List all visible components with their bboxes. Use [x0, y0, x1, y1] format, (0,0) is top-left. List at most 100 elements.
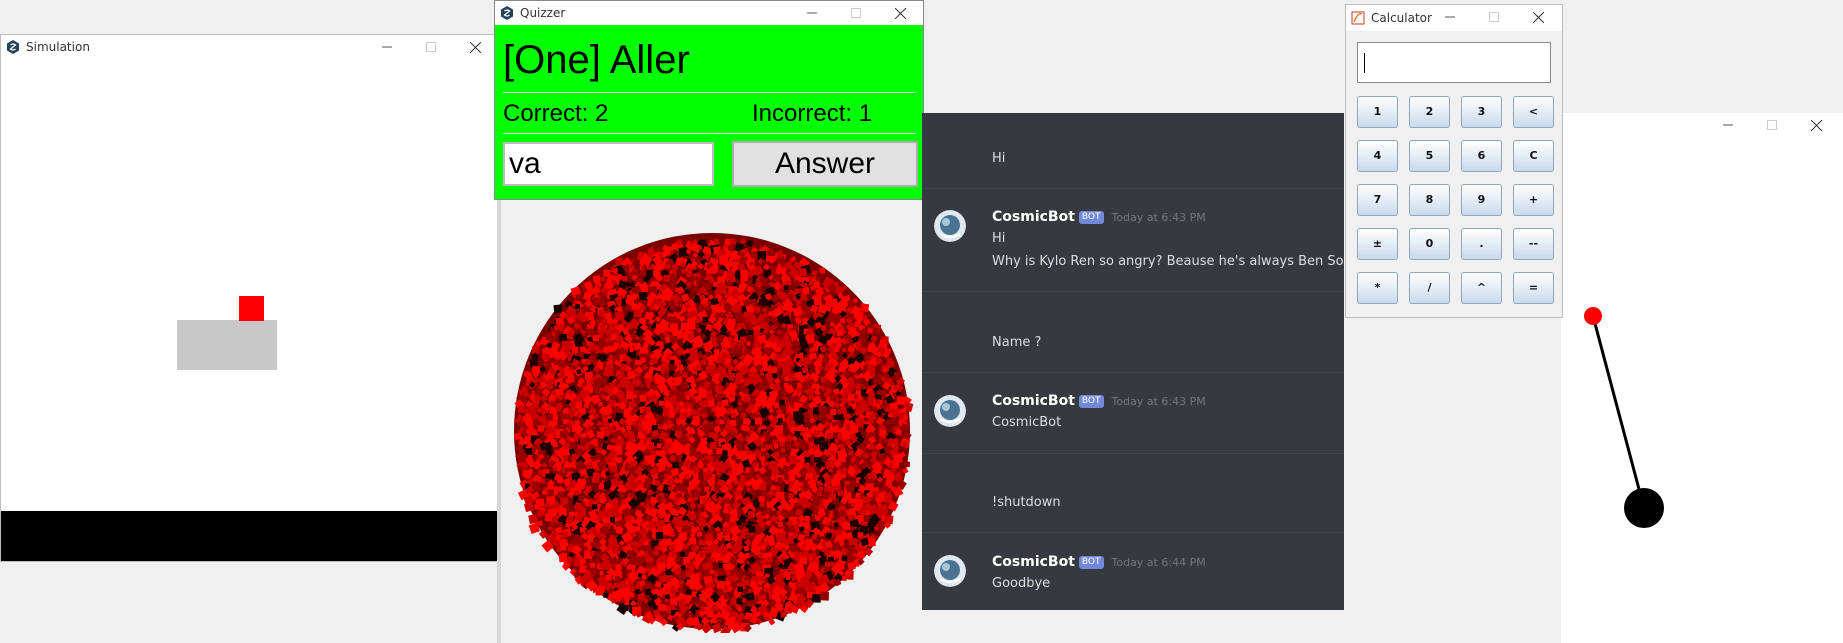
particle — [557, 522, 563, 528]
particle — [704, 486, 710, 492]
maximize-button[interactable] — [409, 37, 453, 57]
particle — [786, 280, 791, 286]
particle — [558, 477, 564, 483]
calc-button-9[interactable]: 9 — [1461, 184, 1502, 216]
particle — [702, 316, 709, 323]
minimize-button[interactable] — [1706, 115, 1750, 135]
calculator-window: Calculator 1 2 3 < 4 5 6 C 7 8 9 + ± 0 .… — [1345, 4, 1563, 318]
particle — [624, 465, 631, 472]
calc-button-4[interactable]: 4 — [1357, 140, 1398, 172]
calc-button-minus[interactable]: -- — [1513, 228, 1554, 260]
pendulum-rod — [1591, 315, 1646, 509]
bot-message-header: CosmicBot BOT Today at 6:43 PM — [992, 209, 1206, 225]
answer-input[interactable]: va — [503, 142, 714, 186]
particle — [841, 347, 847, 353]
particle — [821, 376, 828, 383]
particle — [860, 303, 870, 313]
maximize-button[interactable] — [1472, 7, 1516, 27]
calculator-display[interactable] — [1357, 42, 1551, 83]
particle — [722, 526, 729, 534]
calc-button-0[interactable]: 0 — [1409, 228, 1450, 260]
minimize-button[interactable] — [365, 37, 409, 57]
particle — [573, 490, 579, 496]
particle — [612, 279, 617, 285]
minimize-button[interactable] — [790, 3, 834, 23]
calc-button-multiply[interactable]: * — [1357, 272, 1398, 304]
calc-button-clear[interactable]: C — [1513, 140, 1554, 172]
particle — [738, 406, 744, 412]
calc-button-3[interactable]: 3 — [1461, 96, 1502, 128]
particle — [641, 429, 649, 436]
particle — [786, 575, 791, 580]
simulation-titlebar: Simulation — [1, 35, 500, 59]
particle — [657, 424, 663, 430]
particle — [645, 478, 652, 484]
close-button[interactable] — [1794, 115, 1838, 135]
answer-button[interactable]: Answer — [732, 141, 918, 187]
calc-button-7[interactable]: 7 — [1357, 184, 1398, 216]
calc-button-divide[interactable]: / — [1409, 272, 1450, 304]
particle — [639, 501, 645, 507]
particle — [650, 357, 658, 365]
particle — [581, 478, 586, 484]
pendulum-canvas[interactable] — [1561, 139, 1843, 643]
particle — [819, 436, 825, 442]
simulation-canvas[interactable] — [1, 60, 500, 511]
close-button[interactable] — [878, 3, 922, 23]
particle — [757, 250, 767, 261]
particle — [552, 441, 559, 448]
bot-name[interactable]: CosmicBot — [992, 554, 1075, 570]
bot-name[interactable]: CosmicBot — [992, 393, 1075, 409]
particle — [716, 358, 722, 364]
particle — [855, 383, 862, 390]
bot-name[interactable]: CosmicBot — [992, 209, 1075, 225]
chat-message: Name ? — [992, 335, 1042, 350]
bot-avatar[interactable] — [934, 555, 966, 587]
particle — [664, 263, 671, 270]
maximize-button[interactable] — [834, 3, 878, 23]
close-button[interactable] — [1516, 7, 1560, 27]
calc-button-power[interactable]: ^ — [1461, 272, 1502, 304]
particle — [590, 562, 596, 568]
particle — [603, 436, 608, 441]
particle — [800, 293, 808, 301]
particle — [823, 501, 828, 506]
particle — [836, 561, 845, 571]
calc-button-negate[interactable]: ± — [1357, 228, 1398, 260]
particle — [617, 450, 623, 455]
chat-message: Hi — [992, 151, 1006, 166]
minimize-button[interactable] — [1428, 7, 1472, 27]
calc-button-decimal[interactable]: . — [1461, 228, 1502, 260]
particle — [841, 575, 847, 582]
particle — [849, 472, 854, 477]
particle — [801, 366, 809, 374]
particle — [820, 324, 827, 331]
calc-button-5[interactable]: 5 — [1409, 140, 1450, 172]
calc-button-6[interactable]: 6 — [1461, 140, 1502, 172]
particle — [595, 447, 602, 454]
calc-button-2[interactable]: 2 — [1409, 96, 1450, 128]
bot-avatar[interactable] — [934, 395, 966, 427]
background-status-strip — [0, 556, 330, 564]
particle — [739, 336, 747, 344]
close-button[interactable] — [453, 37, 497, 57]
particle — [748, 330, 753, 336]
bot-avatar[interactable] — [934, 210, 966, 242]
particle — [658, 400, 665, 407]
calc-button-backspace[interactable]: < — [1513, 96, 1554, 128]
particle — [686, 249, 691, 254]
particle — [848, 450, 854, 456]
calc-button-8[interactable]: 8 — [1409, 184, 1450, 216]
particle — [605, 471, 610, 476]
particle — [614, 576, 621, 582]
particle — [848, 539, 855, 546]
particle — [819, 267, 826, 274]
particle — [802, 287, 810, 295]
particle — [795, 317, 802, 325]
message-timestamp: Today at 6:43 PM — [1111, 210, 1206, 224]
calc-button-1[interactable]: 1 — [1357, 96, 1398, 128]
maximize-button[interactable] — [1750, 115, 1794, 135]
particle — [579, 527, 585, 533]
calc-button-plus[interactable]: + — [1513, 184, 1554, 216]
calc-button-equals[interactable]: = — [1513, 272, 1554, 304]
